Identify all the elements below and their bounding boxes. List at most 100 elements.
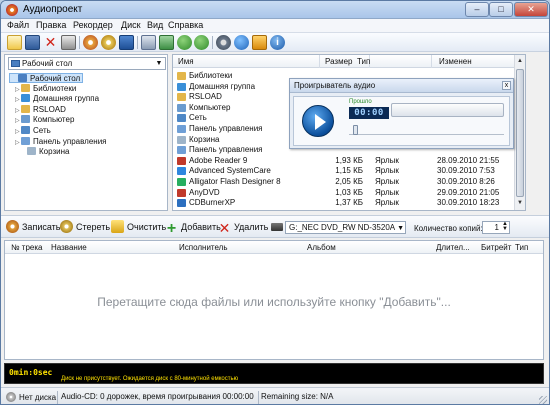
file-name: Корзина: [189, 134, 220, 144]
resize-grip[interactable]: [539, 396, 547, 404]
file-list-scrollbar[interactable]: ▲ ▼: [514, 55, 525, 210]
info-icon[interactable]: i: [270, 35, 285, 50]
status-disk: Нет диска: [6, 392, 56, 402]
title-bar: Аудиопроект – □ ✕: [1, 1, 549, 19]
play-button[interactable]: [302, 105, 334, 137]
file-row[interactable]: Adobe Reader 9 1,93 КБ Ярлык 28.09.2010 21:…: [173, 155, 525, 166]
tree-item[interactable]: ▷ Компьютер: [15, 115, 74, 125]
file-icon: [177, 103, 186, 112]
audio-player-titlebar: Проигрыватель аудио x: [290, 79, 513, 93]
file-icon: [177, 199, 186, 208]
menu-recorder[interactable]: Рекордер: [73, 20, 113, 30]
tree-item[interactable]: Корзина: [21, 147, 69, 157]
globe-icon[interactable]: [234, 35, 249, 50]
file-date: 28.09.2010 21:55: [437, 155, 500, 165]
tree-item[interactable]: ▷ Библиотеки: [15, 83, 76, 94]
forward-icon[interactable]: [194, 35, 209, 50]
desktop-icon: [11, 60, 20, 67]
file-row[interactable]: CDBurnerXP 1,37 КБ Ярлык 30.09.2010 18:23: [173, 198, 525, 208]
erase-button[interactable]: Стереть: [60, 220, 110, 235]
grid-icon[interactable]: [159, 35, 174, 50]
settings-icon[interactable]: [216, 35, 231, 50]
tree-item[interactable]: ▷ Панель управления: [15, 136, 107, 147]
help-icon[interactable]: [252, 35, 267, 50]
col-track-number[interactable]: № трека: [11, 243, 43, 252]
elapsed-label: Прошло: [349, 99, 372, 105]
file-icon: [177, 72, 186, 80]
location-combobox[interactable]: Рабочий стол ▼: [8, 57, 166, 70]
col-bitrate[interactable]: Битрейт: [481, 243, 511, 252]
menu-view[interactable]: Вид: [147, 20, 163, 30]
copy-disc-icon[interactable]: [141, 35, 156, 50]
drive-select[interactable]: G:_NEC DVD_RW ND-3520A ▼: [285, 221, 406, 234]
scrollbar-thumb[interactable]: [516, 69, 524, 197]
minimize-button[interactable]: –: [465, 2, 489, 17]
clear-button[interactable]: Очистить: [111, 220, 166, 235]
file-size: 1,93 КБ: [335, 155, 363, 165]
file-name: Adobe Reader 9: [189, 155, 248, 165]
col-title[interactable]: Название: [51, 243, 87, 252]
cd-add-icon[interactable]: [83, 35, 98, 50]
track-list[interactable]: № трека Название Исполнитель Альбом Длит…: [4, 240, 544, 360]
chevron-down-icon[interactable]: ▼: [397, 223, 404, 234]
menu-edit[interactable]: Правка: [36, 20, 66, 30]
tree-item-label: RSLOAD: [33, 104, 66, 114]
scroll-down-icon[interactable]: ▼: [515, 198, 525, 209]
empty-tracklist-message: Перетащите сюда файлы или используйте кн…: [97, 295, 451, 309]
meter-message: Диск не присутствует. Ожидается диск с 8…: [61, 376, 239, 382]
tree-item[interactable]: ▷ Сеть: [15, 126, 51, 136]
copies-spinner[interactable]: 1 ▲ ▼: [482, 221, 510, 234]
menu-disc[interactable]: Диск: [121, 20, 141, 30]
menu-help[interactable]: Справка: [168, 20, 203, 30]
new-icon[interactable]: [7, 35, 22, 50]
file-type: Ярлык: [375, 166, 399, 176]
record-disc-icon: [6, 220, 19, 233]
remove-button[interactable]: ✕ Удалить: [218, 220, 269, 235]
file-row[interactable]: Advanced SystemCare 1,15 КБ Ярлык 30.09.201…: [173, 166, 525, 176]
col-artist[interactable]: Исполнитель: [179, 243, 228, 252]
tree-item[interactable]: Рабочий стол: [9, 73, 84, 83]
col-modified-header[interactable]: Изменен: [439, 57, 472, 66]
col-type[interactable]: Тип: [515, 243, 528, 252]
record-button[interactable]: Записать: [6, 220, 60, 235]
file-name: Панель управления: [189, 124, 263, 133]
file-row[interactable]: AnyDVD 1,03 КБ Ярлык 29.09.2010 21:05: [173, 188, 525, 198]
tree-item-label: Рабочий стол: [30, 74, 81, 83]
record-label: Записать: [22, 222, 61, 232]
delete-icon[interactable]: ✕: [43, 35, 58, 50]
print-icon[interactable]: [61, 35, 76, 50]
copies-value: 1: [494, 223, 499, 232]
col-name-header[interactable]: Имя: [178, 57, 194, 66]
cd-remove-icon[interactable]: [101, 35, 116, 50]
scroll-up-icon[interactable]: ▲: [515, 56, 525, 67]
add-button[interactable]: + Добавить: [165, 220, 221, 237]
col-size-header[interactable]: Размер: [325, 57, 353, 66]
save-icon[interactable]: [25, 35, 40, 50]
back-icon[interactable]: [177, 35, 192, 50]
chevron-down-icon[interactable]: ▼: [154, 59, 164, 68]
file-icon: [177, 146, 186, 155]
audio-player-close-button[interactable]: x: [502, 81, 511, 90]
maximize-button[interactable]: □: [489, 2, 513, 17]
file-row[interactable]: Alligator Flash Designer 8 2,05 КБ Ярлык 30…: [173, 177, 525, 187]
seek-handle[interactable]: [353, 125, 358, 135]
menu-file[interactable]: Файл: [7, 20, 29, 30]
remove-label: Удалить: [234, 222, 269, 232]
folder-icon: [21, 104, 30, 113]
tree-item[interactable]: ▷ RSLOAD: [15, 104, 66, 115]
tree-item[interactable]: ▷ Домашняя группа: [15, 94, 99, 104]
burn-icon[interactable]: [119, 35, 134, 50]
tree-item-label: Сеть: [33, 126, 51, 135]
seek-slider[interactable]: [349, 125, 504, 135]
spin-arrows-icon[interactable]: ▲ ▼: [502, 221, 508, 232]
file-list-header: Имя Размер Тип Изменен: [173, 55, 525, 68]
tree-item-label: Панель управления: [33, 136, 107, 146]
folder-icon: [21, 136, 30, 145]
close-button[interactable]: ✕: [514, 2, 548, 17]
col-type-header[interactable]: Тип: [357, 57, 370, 66]
col-album[interactable]: Альбом: [307, 243, 336, 252]
file-icon: [177, 188, 186, 197]
volume-bar[interactable]: [391, 103, 504, 117]
add-label: Добавить: [181, 222, 221, 232]
col-duration[interactable]: Длител...: [436, 243, 470, 252]
